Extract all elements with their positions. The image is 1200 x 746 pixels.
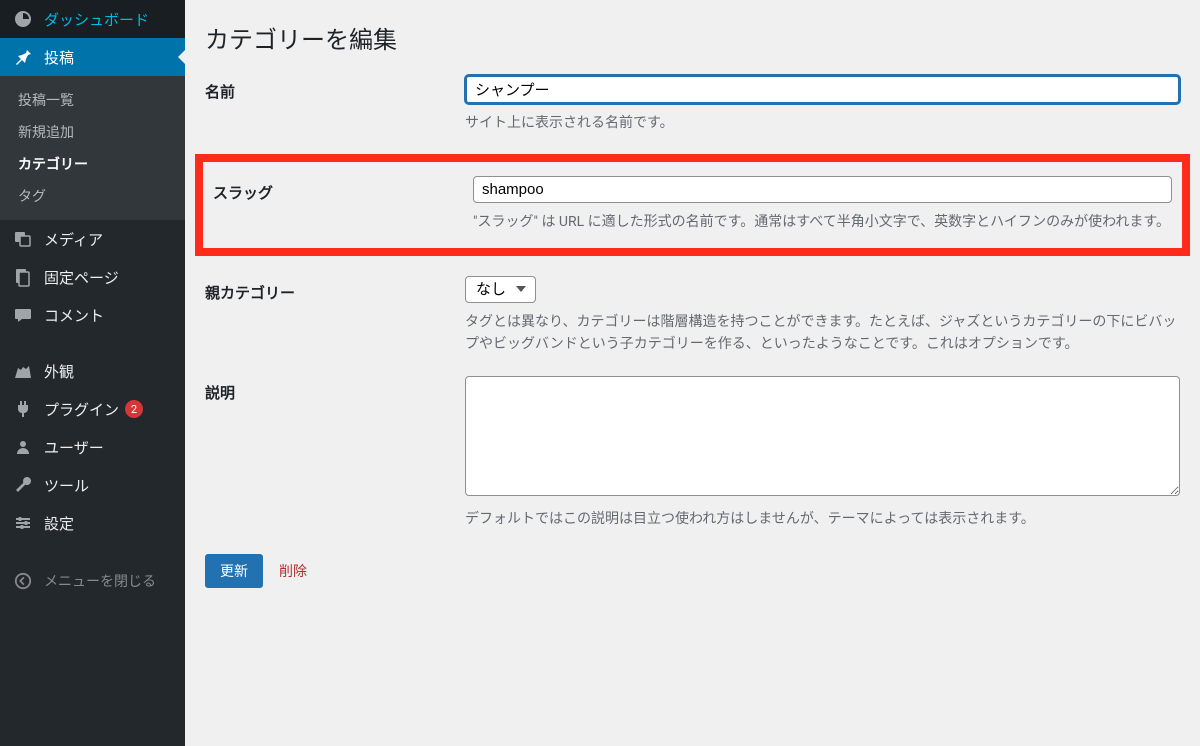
sidebar-item-label: 設定 <box>44 513 74 534</box>
collapse-label: メニューを閉じる <box>44 571 156 591</box>
name-label: 名前 <box>205 75 465 102</box>
sidebar-item-label: プラグイン <box>44 399 119 420</box>
sidebar-item-plugins[interactable]: プラグイン 2 <box>0 390 185 428</box>
sidebar-item-label: 投稿 <box>44 47 74 68</box>
name-input[interactable] <box>465 75 1180 104</box>
slug-description: "スラッグ" は URL に適した形式の名前です。通常はすべて半角小文字で、英数… <box>473 211 1172 233</box>
slug-label: スラッグ <box>213 176 473 203</box>
main-content: カテゴリーを編集 名前 サイト上に表示される名前です。 スラッグ "スラッグ" … <box>185 0 1200 746</box>
submenu-item-categories[interactable]: カテゴリー <box>0 148 185 180</box>
submenu-item-all-posts[interactable]: 投稿一覧 <box>0 84 185 116</box>
delete-link[interactable]: 削除 <box>279 564 307 580</box>
sidebar-item-tools[interactable]: ツール <box>0 466 185 504</box>
sidebar-item-label: 外観 <box>44 361 74 382</box>
appearance-icon <box>12 360 34 382</box>
sidebar-item-label: コメント <box>44 305 104 326</box>
pages-icon <box>12 266 34 288</box>
sidebar-item-label: 固定ページ <box>44 267 119 288</box>
submenu-item-tags[interactable]: タグ <box>0 180 185 212</box>
comment-icon <box>12 304 34 326</box>
admin-sidebar: ダッシュボード 投稿 投稿一覧 新規追加 カテゴリー タグ メディア 固定ページ <box>0 0 185 746</box>
submenu-item-add-new[interactable]: 新規追加 <box>0 116 185 148</box>
media-icon <box>12 228 34 250</box>
sidebar-item-comments[interactable]: コメント <box>0 296 185 334</box>
parent-description: タグとは異なり、カテゴリーは階層構造を持つことができます。たとえば、ジャズという… <box>465 311 1180 356</box>
sidebar-item-pages[interactable]: 固定ページ <box>0 258 185 296</box>
plugins-badge: 2 <box>125 400 143 418</box>
name-description: サイト上に表示される名前です。 <box>465 112 1180 134</box>
sidebar-item-label: ダッシュボード <box>44 9 149 30</box>
sidebar-item-label: メディア <box>44 229 103 250</box>
description-help: デフォルトではこの説明は目立つ使われ方はしませんが、テーマによっては表示されます… <box>465 508 1180 530</box>
page-title: カテゴリーを編集 <box>205 20 1180 55</box>
sidebar-item-label: ツール <box>44 475 89 496</box>
description-row: 説明 デフォルトではこの説明は目立つ使われ方はしませんが、テーマによっては表示さ… <box>205 376 1180 530</box>
form-actions: 更新 削除 <box>205 554 1180 588</box>
dashboard-icon <box>12 8 34 30</box>
collapse-icon <box>12 570 34 592</box>
sidebar-item-label: ユーザー <box>44 437 104 458</box>
submit-button[interactable]: 更新 <box>205 554 263 588</box>
plugins-icon <box>12 398 34 420</box>
tools-icon <box>12 474 34 496</box>
highlight-annotation: スラッグ "スラッグ" は URL に適した形式の名前です。通常はすべて半角小文… <box>195 154 1190 255</box>
sidebar-item-dashboard[interactable]: ダッシュボード <box>0 0 185 38</box>
slug-row: スラッグ "スラッグ" は URL に適した形式の名前です。通常はすべて半角小文… <box>213 176 1172 233</box>
category-edit-form: 名前 サイト上に表示される名前です。 スラッグ "スラッグ" は URL に適し… <box>205 75 1180 588</box>
slug-input[interactable] <box>473 176 1172 203</box>
parent-select[interactable]: なし <box>465 276 536 303</box>
description-textarea[interactable] <box>465 376 1180 496</box>
collapse-menu-button[interactable]: メニューを閉じる <box>0 560 185 602</box>
sidebar-item-settings[interactable]: 設定 <box>0 504 185 542</box>
name-row: 名前 サイト上に表示される名前です。 <box>205 75 1180 134</box>
users-icon <box>12 436 34 458</box>
parent-label: 親カテゴリー <box>205 276 465 303</box>
sidebar-item-appearance[interactable]: 外観 <box>0 352 185 390</box>
sidebar-item-media[interactable]: メディア <box>0 220 185 258</box>
sidebar-item-posts[interactable]: 投稿 <box>0 38 185 76</box>
sidebar-item-users[interactable]: ユーザー <box>0 428 185 466</box>
pin-icon <box>12 46 34 68</box>
parent-row: 親カテゴリー なし タグとは異なり、カテゴリーは階層構造を持つことができます。た… <box>205 276 1180 356</box>
description-label: 説明 <box>205 376 465 403</box>
settings-icon <box>12 512 34 534</box>
submenu-posts: 投稿一覧 新規追加 カテゴリー タグ <box>0 76 185 220</box>
